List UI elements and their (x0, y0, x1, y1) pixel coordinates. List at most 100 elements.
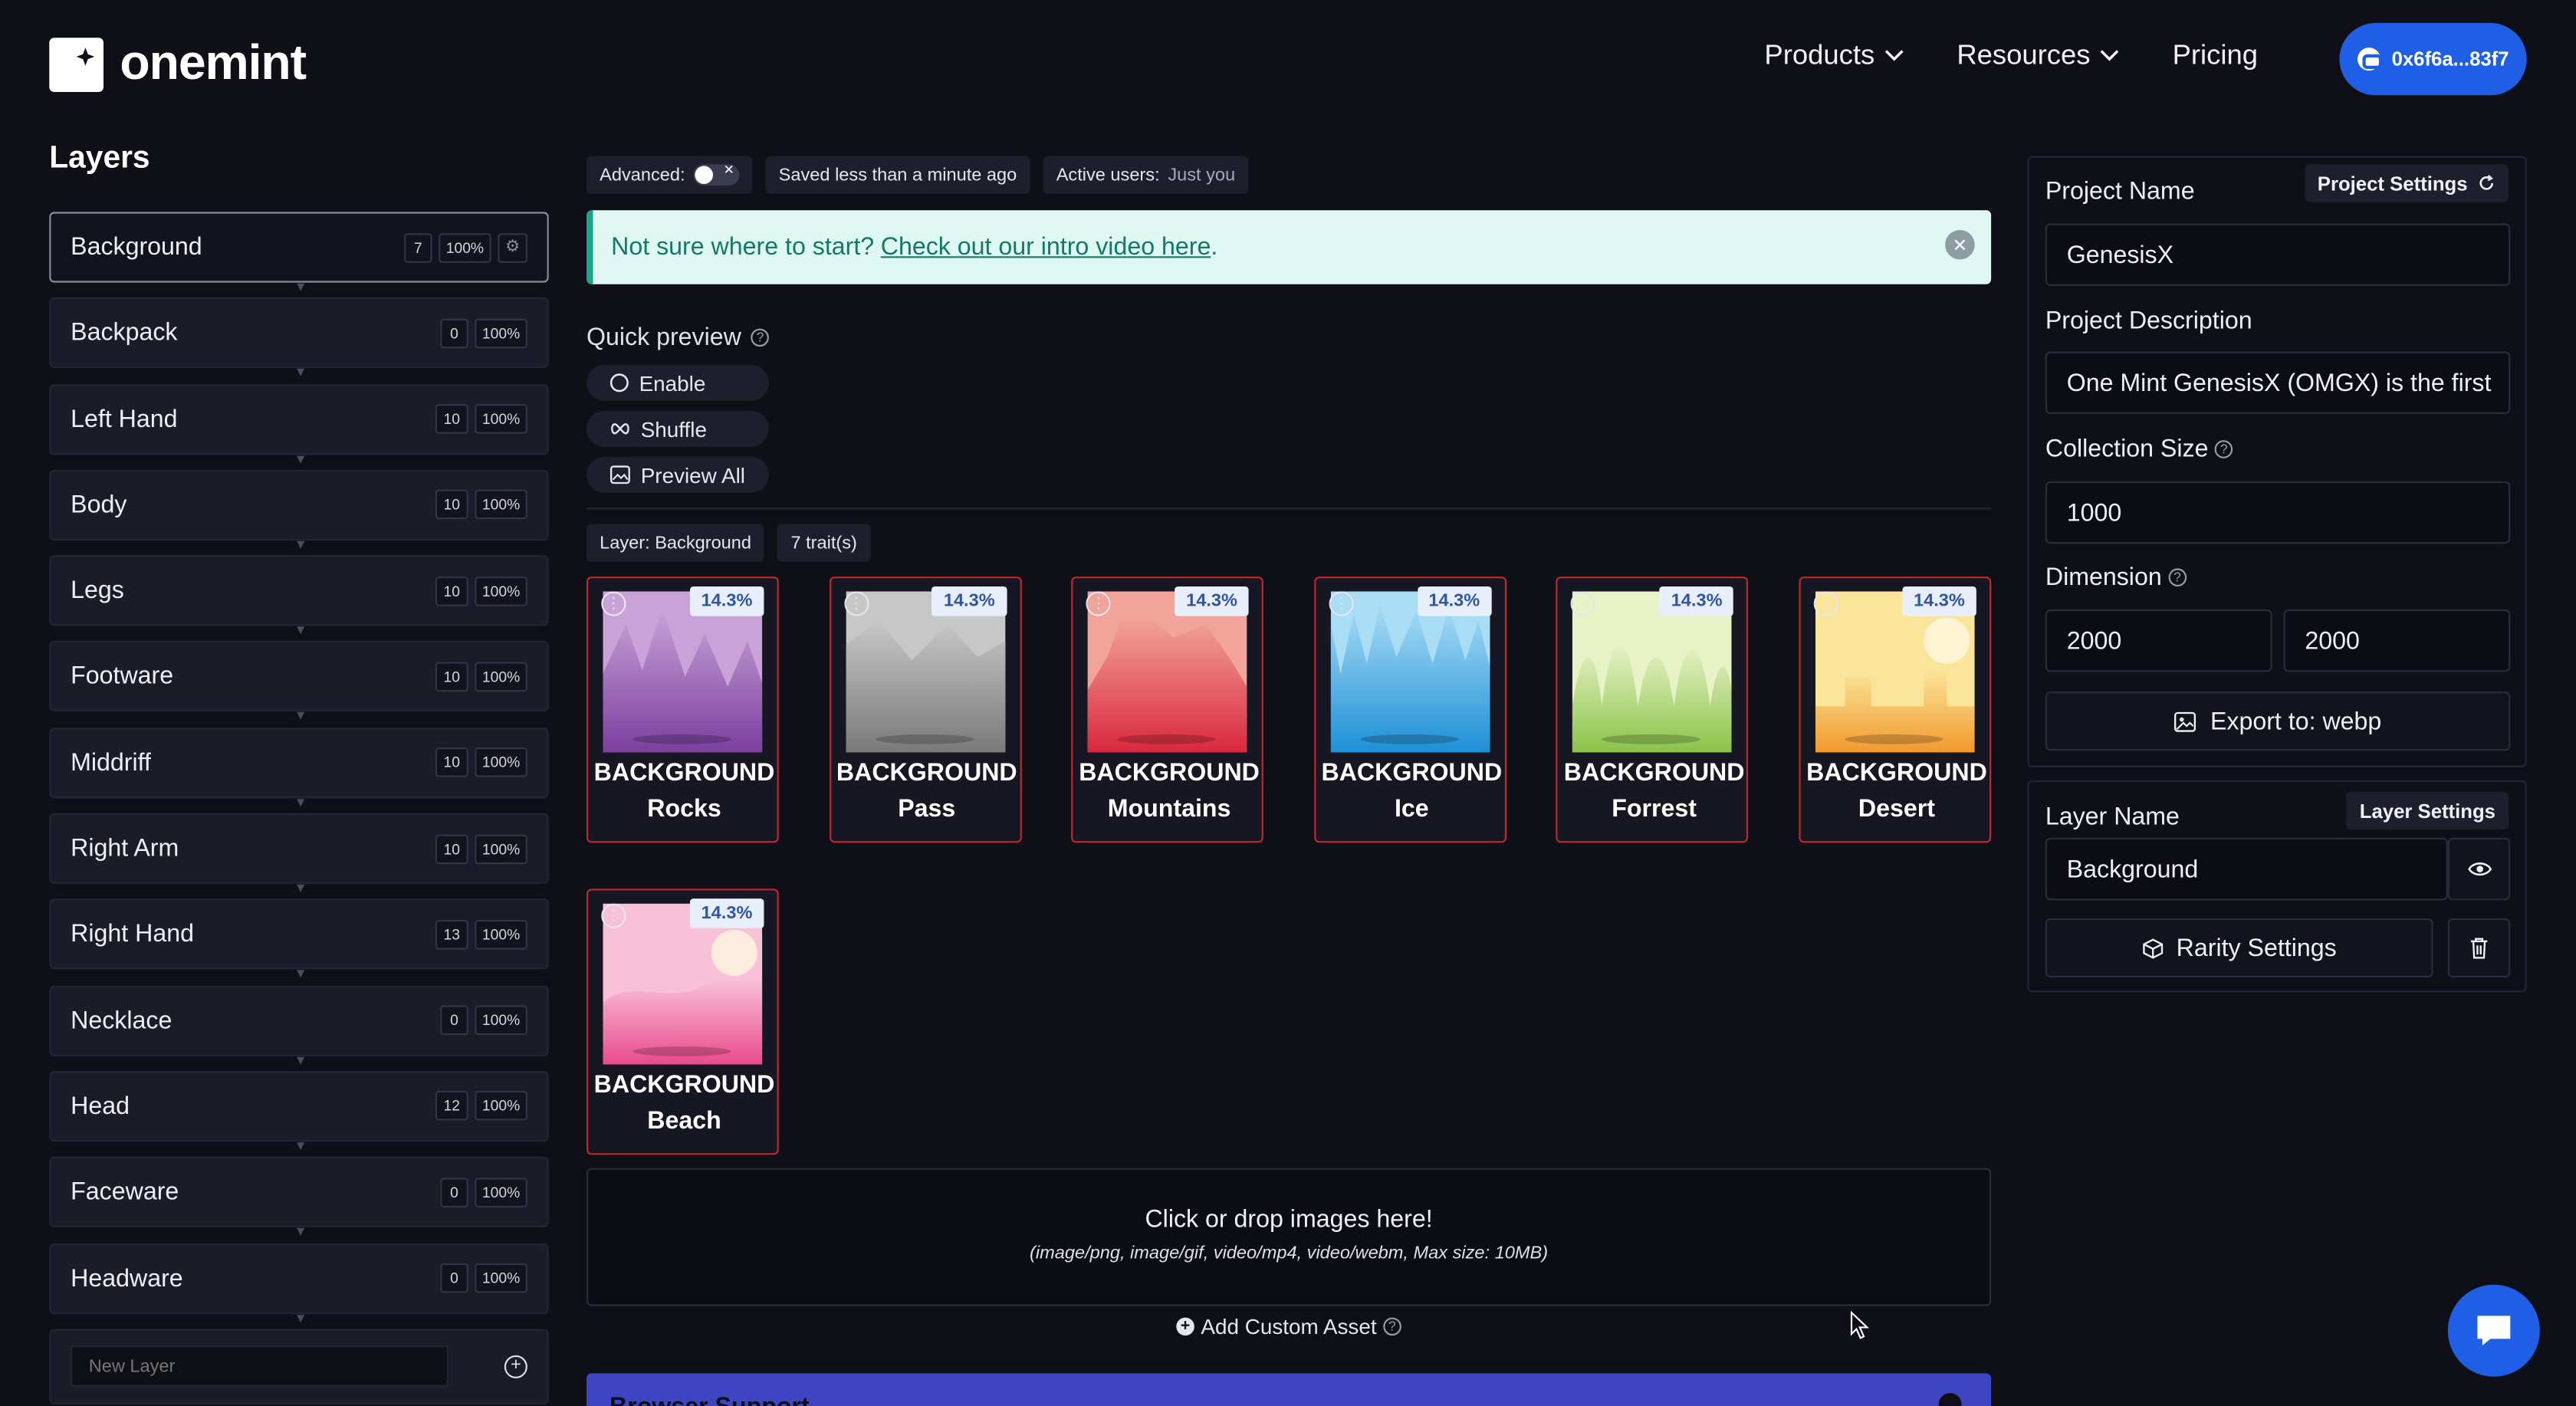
nav-resources[interactable]: Resources (1957, 39, 2120, 72)
trait-card[interactable]: ⋮ 14.3% BACKGROUND Forrest (1556, 577, 1749, 843)
browser-support-title: Browser Support (610, 1393, 810, 1406)
preview-all-button[interactable]: Preview All (586, 456, 769, 493)
more-options-icon[interactable]: ⋮ (601, 903, 626, 928)
chevron-down-icon (2101, 50, 2120, 61)
trait-count-label: 7 trait(s) (790, 533, 857, 554)
trait-card[interactable]: ⋮ 14.3% BACKGROUND Rocks (586, 577, 779, 843)
layer-item[interactable]: Right Arm 10 100% ▼ (49, 813, 549, 895)
add-layer-icon[interactable]: + (504, 1355, 527, 1378)
layer-name: Headware (71, 1264, 183, 1293)
nav-products[interactable]: Products (1764, 39, 1904, 72)
wallet-button[interactable]: 0x6f6a...83f7 (2339, 23, 2527, 96)
layer-percentage: 100% (475, 318, 527, 348)
arrow-down-icon: ▼ (294, 1310, 307, 1326)
delete-layer-button[interactable] (2447, 918, 2511, 977)
chat-button[interactable] (2447, 1284, 2540, 1377)
advanced-toggle[interactable] (693, 163, 740, 186)
layer-item[interactable]: Headware 0 100% ▼ (49, 1243, 549, 1325)
layer-percentage: 100% (475, 1005, 527, 1036)
arrow-down-icon: ▼ (294, 880, 307, 896)
help-icon[interactable]: ? (751, 328, 770, 347)
layer-percentage: 100% (475, 747, 527, 778)
trait-card[interactable]: ⋮ 14.3% BACKGROUND Desert (1799, 577, 1992, 843)
intro-video-link[interactable]: Check out our intro video here (881, 233, 1211, 261)
upload-dropzone[interactable]: Click or drop images here! (image/png, i… (586, 1168, 1992, 1306)
more-options-icon[interactable]: ⋮ (601, 591, 626, 616)
current-layer-label: Layer: Background (600, 533, 752, 554)
refresh-icon (2479, 174, 2493, 190)
layer-percentage: 100% (475, 1091, 527, 1122)
trait-card[interactable]: ⋮ 14.3% BACKGROUND Beach (586, 889, 779, 1155)
logo[interactable]: onemint (49, 36, 307, 92)
shuffle-button[interactable]: Shuffle (586, 410, 769, 447)
help-icon[interactable]: ? (2215, 440, 2233, 458)
project-description-input[interactable]: One Mint GenesisX (OMGX) is the first (2045, 351, 2511, 414)
close-icon[interactable]: ✕ (1945, 230, 1975, 260)
trait-rarity-badge: 14.3% (1175, 586, 1249, 616)
enable-preview-button[interactable]: Enable (586, 364, 769, 401)
layer-item[interactable]: Right Hand 13 100% ▼ (49, 898, 549, 981)
layer-item[interactable]: Middriff 10 100% ▼ (49, 727, 549, 810)
advanced-toggle-chip: Advanced: (586, 156, 753, 194)
layer-item[interactable]: Head 12 100% ▼ (49, 1071, 549, 1153)
saved-status: Saved less than a minute ago (765, 156, 1030, 194)
layer-item[interactable]: Left Hand 10 100% ▼ (49, 383, 549, 466)
nav-resources-label: Resources (1957, 39, 2091, 71)
more-options-icon[interactable]: ⋮ (1813, 591, 1838, 616)
layer-name: Right Arm (71, 834, 179, 863)
help-icon[interactable]: ? (2168, 568, 2187, 586)
current-layer-chip: Layer: Background (586, 524, 765, 562)
layer-name: Middriff (71, 748, 151, 777)
circle-icon (610, 373, 629, 393)
arrow-down-icon: ▼ (294, 1138, 307, 1154)
new-layer-input[interactable] (71, 1345, 449, 1388)
help-icon[interactable]: ? (1383, 1317, 1401, 1336)
layer-name-input[interactable]: Background (2045, 837, 2448, 901)
project-settings-button[interactable]: Project Settings (2304, 164, 2509, 202)
layer-item[interactable]: Footware 10 100% ▼ (49, 641, 549, 724)
export-button[interactable]: Export to: webp (2045, 692, 2511, 751)
layer-item[interactable]: Faceware 0 100% ▼ (49, 1157, 549, 1239)
nav-pricing-label: Pricing (2172, 39, 2258, 71)
active-users: Active users: Just you (1043, 156, 1249, 194)
trait-card[interactable]: ⋮ 14.3% BACKGROUND Ice (1313, 577, 1506, 843)
layer-trait-count: 10 (435, 576, 468, 606)
layer-settings-button[interactable]: Layer Settings (2346, 791, 2509, 830)
layer-item[interactable]: Background 7 100% ⚙ ▼ (49, 212, 549, 294)
arrow-down-icon: ▼ (294, 794, 307, 810)
trait-name: Desert (1858, 795, 1935, 823)
trait-name: Ice (1394, 795, 1429, 823)
layer-name-label: Layer Name (2045, 803, 2180, 831)
quick-preview-title: Quick preview ? (586, 324, 770, 352)
arrow-down-icon: ▼ (294, 708, 307, 724)
dimension-width-input[interactable]: 2000 (2045, 609, 2272, 672)
trait-name: Forrest (1612, 795, 1697, 823)
gear-icon[interactable]: ⚙ (498, 232, 527, 262)
layer-item[interactable]: Body 10 100% ▼ (49, 469, 549, 552)
layer-item[interactable]: Legs 10 100% ▼ (49, 555, 549, 638)
add-custom-asset-button[interactable]: + Add Custom Asset ? (1176, 1314, 1401, 1339)
trait-card[interactable]: ⋮ 14.3% BACKGROUND Pass (829, 577, 1021, 843)
images-icon (610, 465, 630, 485)
layer-item[interactable]: Necklace 0 100% ▼ (49, 985, 549, 1067)
more-options-icon[interactable]: ⋮ (1329, 591, 1354, 616)
visibility-toggle[interactable] (2447, 837, 2511, 901)
close-icon[interactable] (1938, 1393, 1962, 1406)
layer-item[interactable]: Backpack 0 100% ▼ (49, 297, 549, 380)
layers-title: Layers (49, 141, 150, 176)
arrow-down-icon: ▼ (294, 966, 307, 982)
layer-trait-count: 10 (435, 404, 468, 434)
trait-rarity-badge: 14.3% (1901, 586, 1976, 616)
layer-settings-panel: Layer Settings Layer Name Background Rar… (2027, 780, 2527, 993)
dimension-height-input[interactable]: 2000 (2283, 609, 2511, 672)
arrow-down-icon: ▼ (294, 451, 307, 466)
active-users-label: Active users: (1056, 165, 1160, 186)
rarity-settings-button[interactable]: Rarity Settings (2045, 918, 2433, 977)
project-name-input[interactable]: GenesisX (2045, 223, 2511, 286)
more-options-icon[interactable]: ⋮ (843, 591, 869, 616)
collection-size-label-text: Collection Size (2045, 435, 2209, 464)
project-description-label-text: Project Description (2045, 307, 2252, 336)
nav-pricing[interactable]: Pricing (2173, 39, 2258, 72)
trait-card[interactable]: ⋮ 14.3% BACKGROUND Mountains (1071, 577, 1264, 843)
collection-size-input[interactable]: 1000 (2045, 481, 2511, 544)
